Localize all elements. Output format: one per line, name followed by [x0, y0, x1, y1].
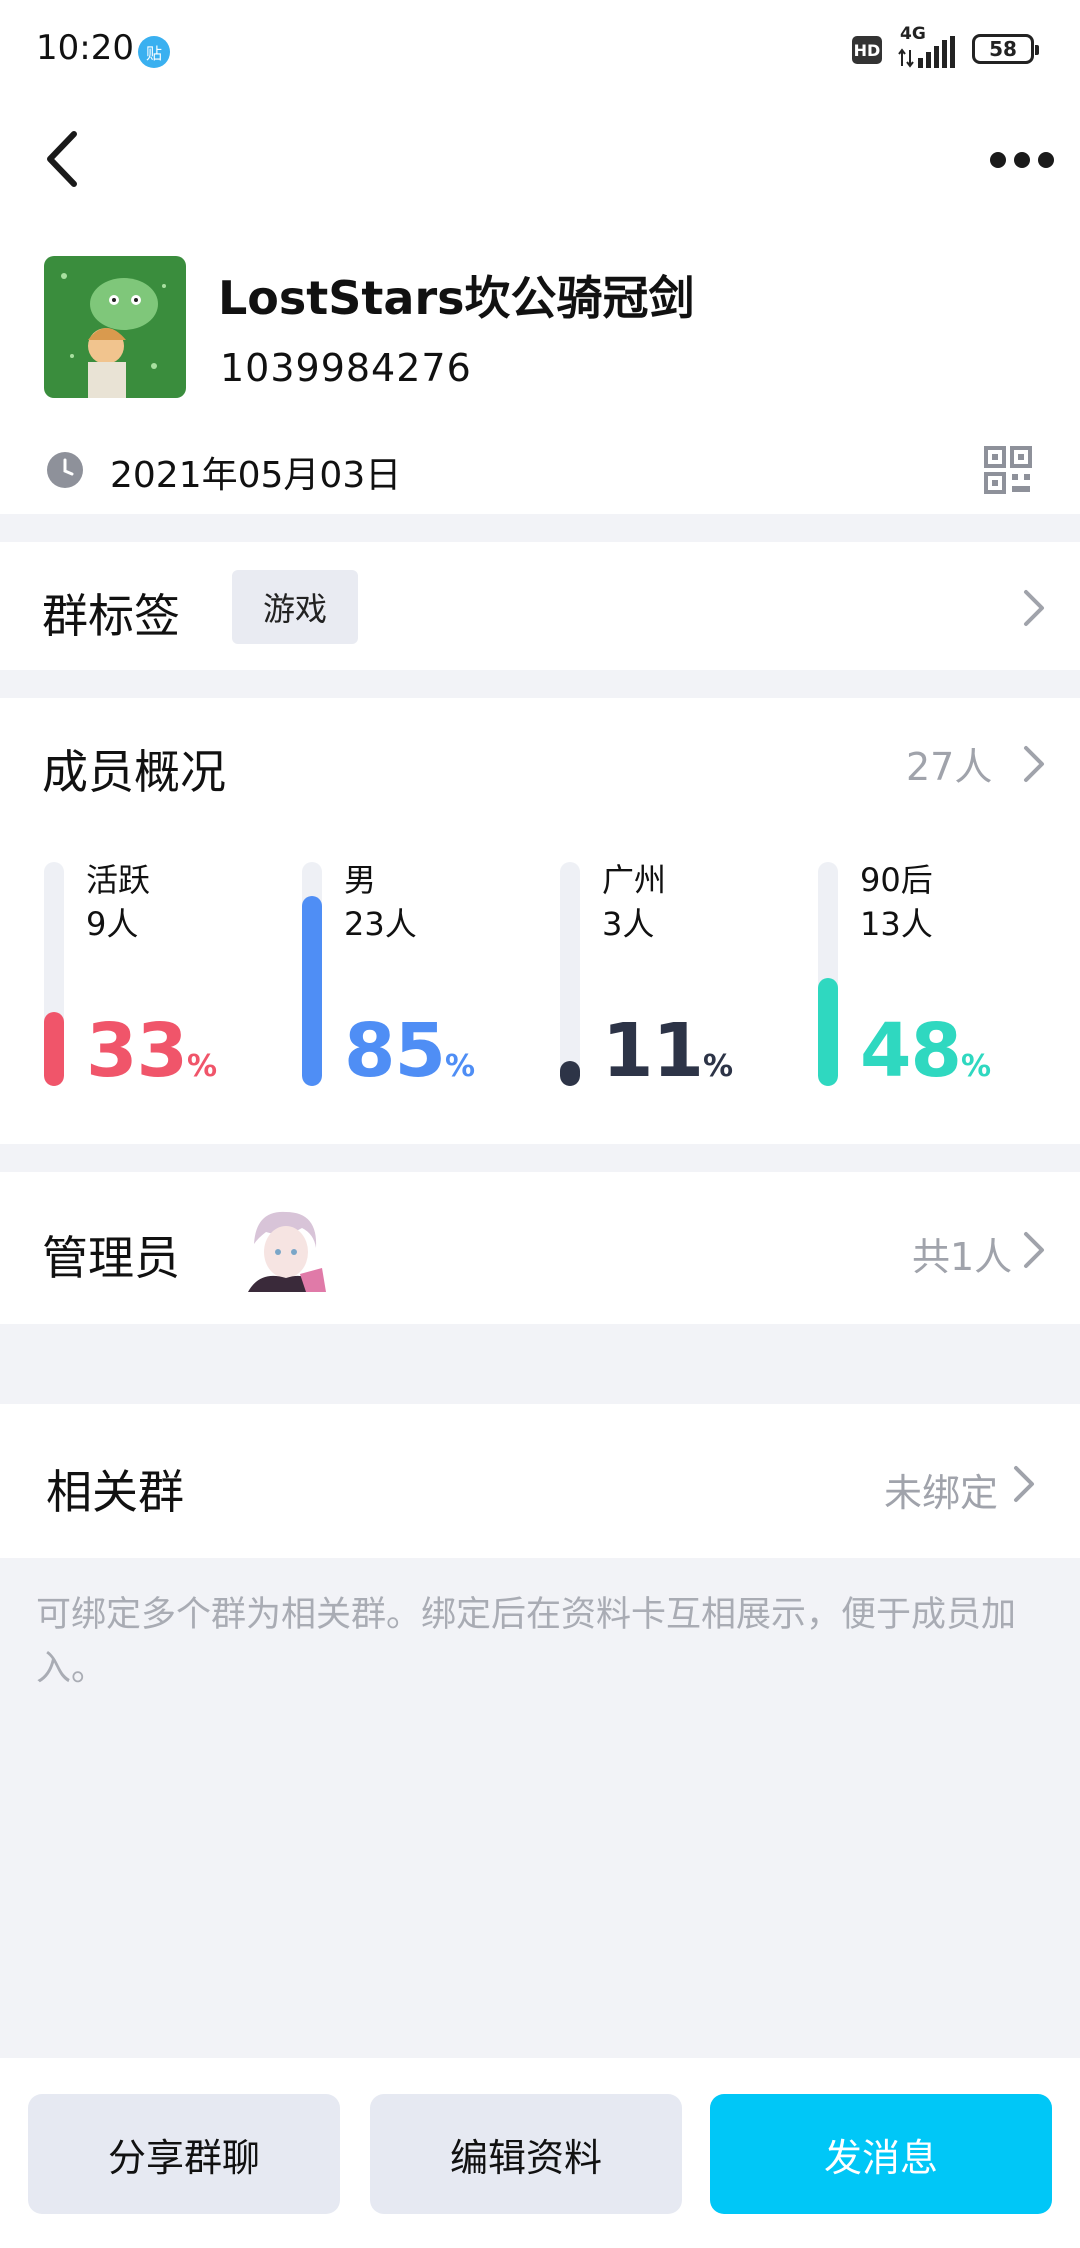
stat-bar-fill: [560, 1061, 580, 1086]
related-status: 未绑定: [884, 1471, 999, 1515]
stat-label: 男: [344, 861, 377, 899]
share-group-button[interactable]: 分享群聊: [28, 2094, 340, 2214]
tags-title: 群标签: [42, 589, 180, 643]
stat-bar-track: [302, 862, 322, 1086]
members-count: 27人: [906, 745, 993, 789]
send-message-button[interactable]: 发消息: [710, 2094, 1052, 2214]
stat-label: 活跃: [86, 861, 151, 899]
tag-chip: 游戏: [232, 570, 358, 644]
admin-avatar[interactable]: [244, 1204, 326, 1292]
stat-percent: 33%: [86, 1008, 217, 1094]
stat-bar-fill: [302, 896, 322, 1086]
stat-percent: 85%: [344, 1008, 475, 1094]
more-options-button[interactable]: [988, 140, 1056, 180]
stat-count: 23人: [344, 905, 417, 943]
chevron-right-icon: [1024, 1232, 1044, 1268]
created-date: 2021年05月03日: [110, 455, 402, 496]
notification-badge-icon: 贴: [138, 36, 170, 68]
stat-count: 13人: [860, 905, 933, 943]
stat-active[interactable]: 活跃 9人 33%: [44, 861, 284, 1094]
stat-bar-fill: [44, 1012, 64, 1086]
stat-bar-fill: [818, 978, 838, 1086]
members-title: 成员概况: [42, 745, 226, 799]
signal-icon: [898, 36, 955, 68]
stat-bar-track: [818, 862, 838, 1086]
group-id: 1039984276: [220, 346, 472, 390]
battery-icon: 58: [972, 34, 1039, 64]
stat-bar-track: [560, 862, 580, 1086]
related-title: 相关群: [46, 1465, 184, 1519]
chevron-right-icon: [1014, 1466, 1034, 1502]
group-avatar[interactable]: [44, 256, 186, 398]
stat-bar-track: [44, 862, 64, 1086]
percent-symbol: %: [186, 1049, 218, 1084]
stat-count: 9人: [86, 905, 139, 943]
chevron-right-icon: [1024, 590, 1044, 626]
stat-percent-value: 85: [344, 1008, 446, 1094]
stat-count: 3人: [602, 905, 655, 943]
back-button[interactable]: [38, 124, 88, 194]
qr-code-icon[interactable]: [984, 446, 1032, 494]
group-name: LostStars坎公骑冠剑: [218, 271, 695, 325]
related-description: 可绑定多个群为相关群。绑定后在资料卡互相展示，便于成员加入。: [36, 1595, 1017, 1689]
hd-icon: HD: [852, 36, 882, 64]
stat-male[interactable]: 男 23人 85%: [302, 861, 542, 1094]
stat-age[interactable]: 90后 13人 48%: [818, 861, 1058, 1094]
percent-symbol: %: [444, 1049, 476, 1084]
chevron-right-icon: [1024, 746, 1044, 782]
stat-percent: 11%: [602, 1008, 733, 1094]
admin-count: 共1人: [912, 1235, 1013, 1279]
stat-label: 广州: [602, 861, 667, 899]
admin-title: 管理员: [42, 1231, 180, 1285]
stat-percent: 48%: [860, 1008, 991, 1094]
stat-label: 90后: [860, 861, 933, 899]
stat-location[interactable]: 广州 3人 11%: [560, 861, 800, 1094]
battery-level: 58: [989, 37, 1017, 61]
stat-percent-value: 33: [86, 1008, 188, 1094]
clock-icon: [47, 452, 83, 488]
percent-symbol: %: [702, 1049, 734, 1084]
edit-profile-button[interactable]: 编辑资料: [370, 2094, 682, 2214]
percent-symbol: %: [960, 1049, 992, 1084]
status-time: 10:20: [36, 28, 134, 68]
stat-percent-value: 11: [602, 1008, 704, 1094]
stat-percent-value: 48: [860, 1008, 962, 1094]
